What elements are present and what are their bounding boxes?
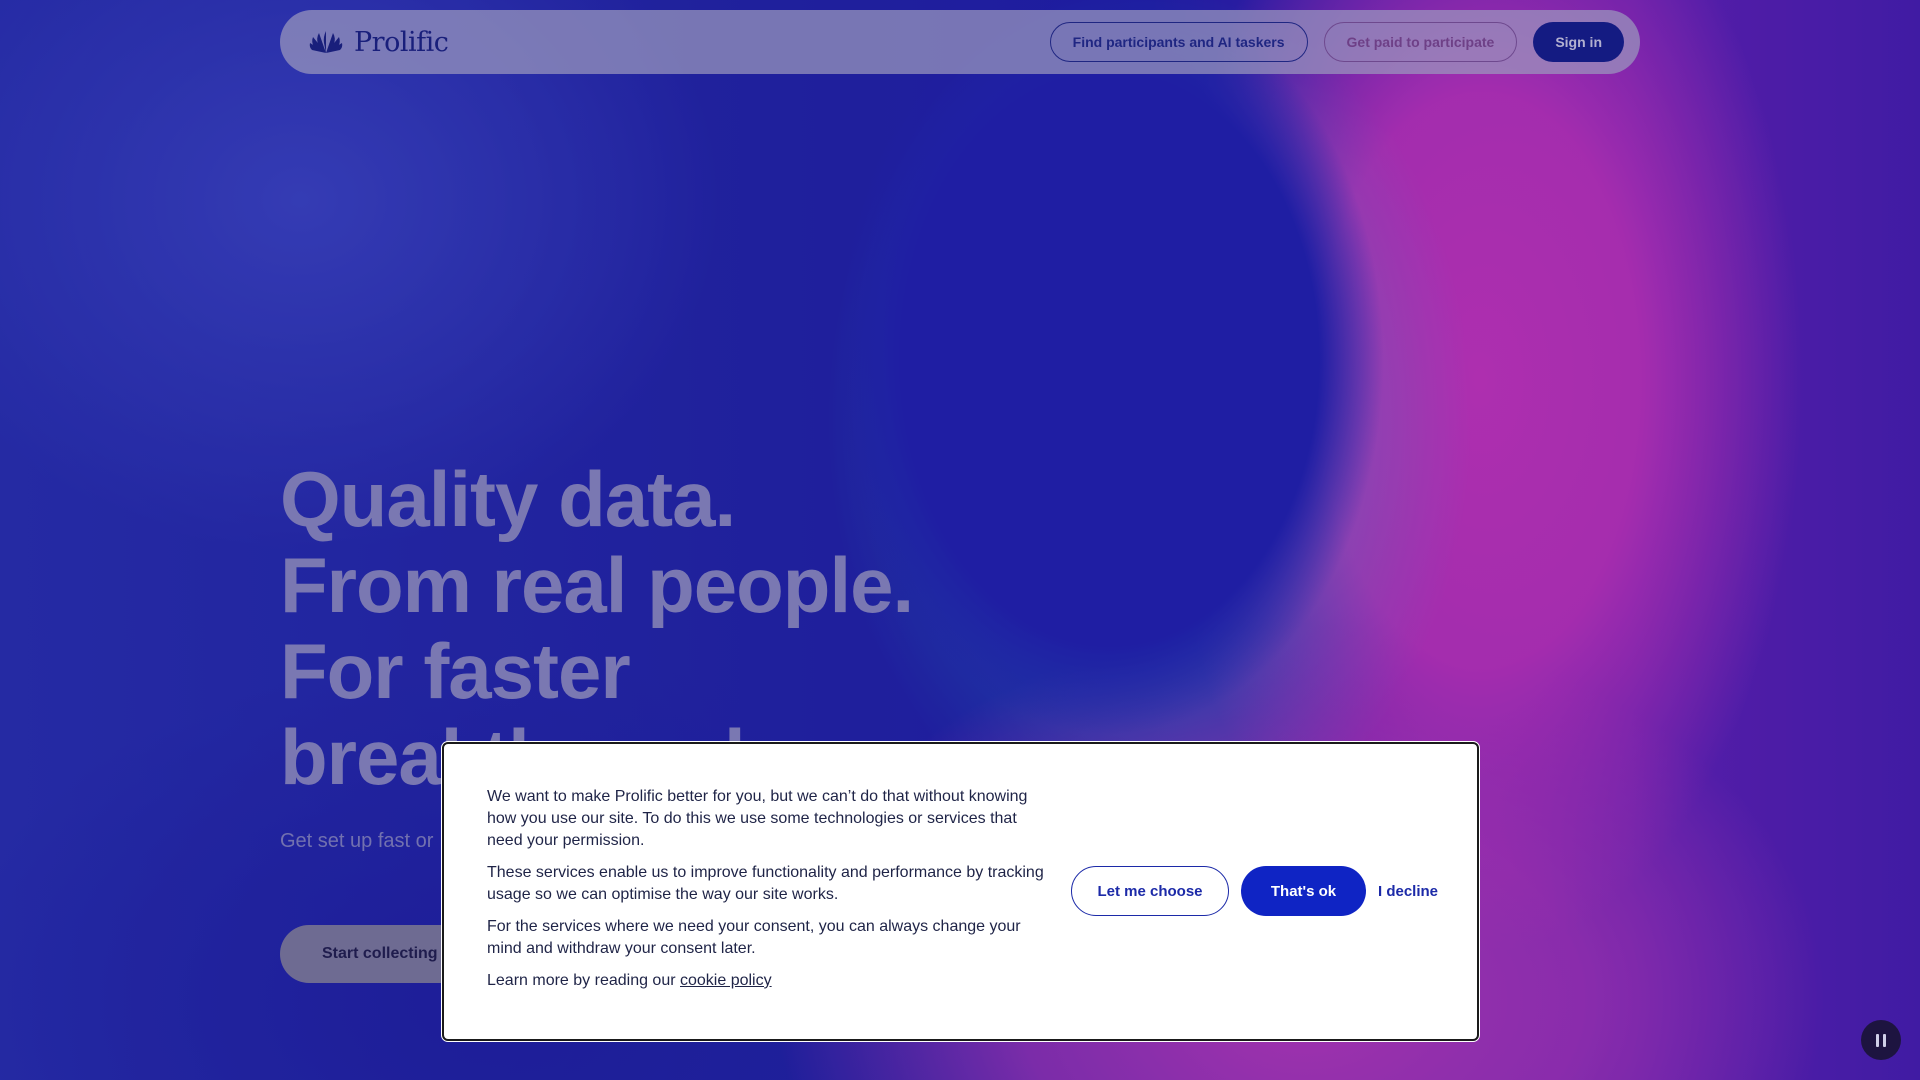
learn-more-prefix: Learn more by reading our [487,972,680,989]
cookie-learn-more: Learn more by reading our cookie policy [487,970,1047,992]
let-me-choose-button[interactable]: Let me choose [1071,866,1229,916]
cookie-paragraph: For the services where we need your cons… [487,918,1021,957]
pause-button[interactable] [1861,1020,1901,1060]
cookie-paragraph: These services enable us to improve func… [487,864,1044,903]
cookie-paragraph: We want to make Prolific better for you,… [487,788,1028,849]
cookie-consent-text: We want to make Prolific better for you,… [487,786,1047,1002]
cookie-policy-link[interactable]: cookie policy [680,972,772,989]
decline-button[interactable]: I decline [1378,883,1438,900]
thats-ok-button[interactable]: That's ok [1241,866,1366,916]
cookie-actions: Let me choose That's ok I decline [1071,866,1438,916]
pause-icon [1883,1033,1886,1047]
cookie-consent-dialog: We want to make Prolific better for you,… [442,742,1479,1041]
pause-icon [1876,1033,1879,1047]
